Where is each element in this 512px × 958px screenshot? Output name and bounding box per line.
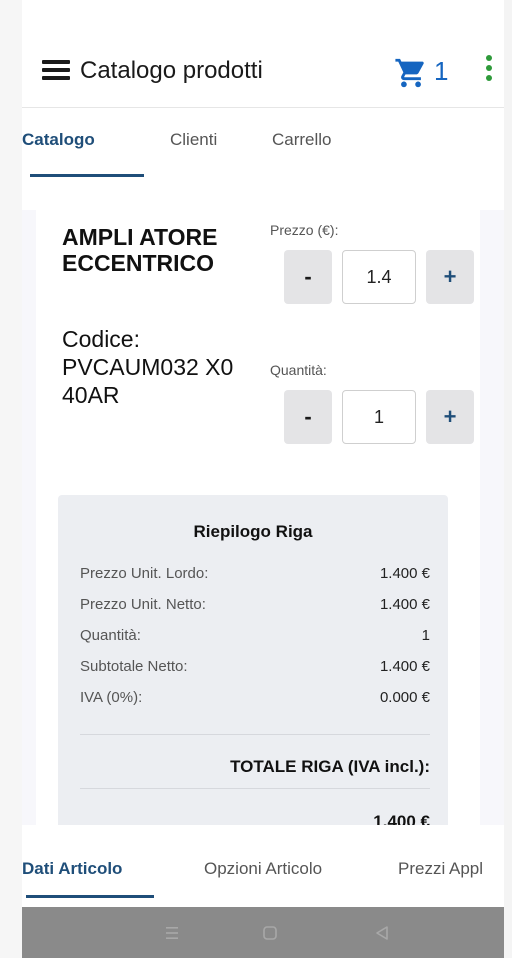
right-frame <box>504 0 512 958</box>
summary-row-label: Quantità: <box>80 627 141 644</box>
price-stepper: - + <box>284 248 474 306</box>
summary-row-label: IVA (0%): <box>80 689 143 706</box>
price-label: Prezzo (€): <box>270 222 339 238</box>
summary-row: Prezzo Unit. Lordo: 1.400 € <box>80 565 430 591</box>
quantity-decrement-button[interactable]: - <box>284 390 332 444</box>
summary-row-value: 1 <box>421 627 430 644</box>
product-code: PVCAUM032 X040AR <box>62 354 234 408</box>
cart-count-badge[interactable]: 1 <box>434 56 448 87</box>
price-input[interactable] <box>342 250 416 304</box>
tab-catalogo[interactable]: Catalogo <box>22 130 95 150</box>
recent-apps-icon[interactable] <box>162 923 182 943</box>
tab-active-indicator <box>30 174 144 177</box>
summary-row: Prezzo Unit. Netto: 1.400 € <box>80 596 430 622</box>
summary-row-label: Subtotale Netto: <box>80 658 188 675</box>
price-decrement-button[interactable]: - <box>284 250 332 304</box>
summary-row: Subtotale Netto: 1.400 € <box>80 658 430 684</box>
home-icon[interactable] <box>260 923 280 943</box>
app-bar: Catalogo prodotti 1 <box>22 38 504 108</box>
back-icon[interactable] <box>372 923 392 943</box>
app-window: Catalogo prodotti 1 Catalogo Clienti Car… <box>22 0 504 958</box>
total-value: 1.400 € <box>373 812 430 825</box>
hamburger-menu-icon[interactable] <box>42 60 70 84</box>
more-vert-icon[interactable] <box>484 55 494 89</box>
summary-divider <box>80 788 430 789</box>
product-name: AMPLI ATORE ECCENTRICO <box>62 224 218 277</box>
system-navigation-bar <box>22 907 504 958</box>
summary-title: Riepilogo Riga <box>193 522 313 541</box>
top-tab-bar: Catalogo Clienti Carrello <box>22 130 504 180</box>
total-label: TOTALE RIGA (IVA incl.): <box>230 757 430 776</box>
tab-opzioni-articolo[interactable]: Opzioni Articolo <box>204 859 322 879</box>
left-frame <box>0 0 22 958</box>
product-detail-panel: AMPLI ATORE ECCENTRICO Codice: PVCAUM032… <box>22 210 504 825</box>
tab-carrello[interactable]: Carrello <box>272 130 332 150</box>
line-summary-box: Riepilogo Riga Prezzo Unit. Lordo: 1.400… <box>58 495 448 825</box>
summary-row-label: Prezzo Unit. Netto: <box>80 596 206 613</box>
summary-row-value: 1.400 € <box>379 565 430 582</box>
tab-dati-articolo[interactable]: Dati Articolo <box>22 859 122 879</box>
shopping-cart-icon[interactable] <box>394 56 428 90</box>
product-code-label: Codice: <box>62 326 140 352</box>
tab-prezzi-applicati[interactable]: Prezzi Appl <box>398 859 483 879</box>
summary-row-value: 0.000 € <box>379 689 430 706</box>
bottom-tab-active-indicator <box>26 895 154 898</box>
bottom-tab-bar: Dati Articolo Opzioni Articolo Prezzi Ap… <box>22 825 504 907</box>
page-title: Catalogo prodotti <box>80 57 263 84</box>
quantity-stepper: - + <box>284 388 474 446</box>
summary-row-value: 1.400 € <box>379 596 430 613</box>
summary-row-label: Prezzo Unit. Lordo: <box>80 565 209 582</box>
price-increment-button[interactable]: + <box>426 250 474 304</box>
summary-divider <box>80 734 430 735</box>
tab-clienti[interactable]: Clienti <box>170 130 217 150</box>
summary-row: IVA (0%): 0.000 € <box>80 689 430 715</box>
summary-row: Quantità: 1 <box>80 627 430 653</box>
quantity-increment-button[interactable]: + <box>426 390 474 444</box>
quantity-label: Quantità: <box>270 362 327 378</box>
summary-row-value: 1.400 € <box>379 658 430 675</box>
quantity-input[interactable] <box>342 390 416 444</box>
